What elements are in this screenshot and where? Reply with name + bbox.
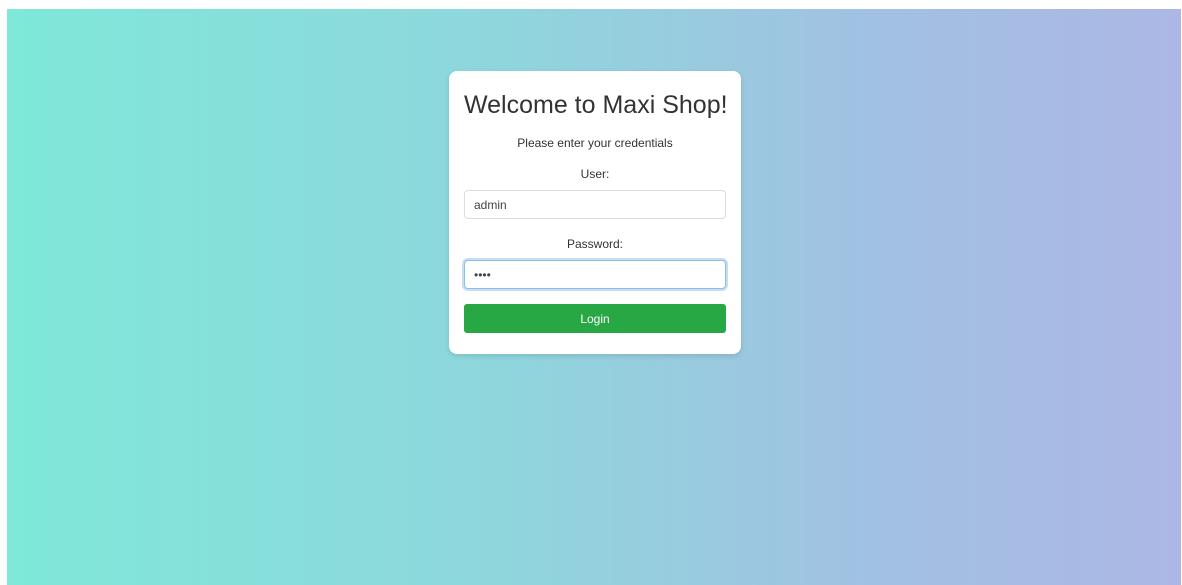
page-title: Welcome to Maxi Shop! xyxy=(464,91,728,119)
login-button[interactable]: Login xyxy=(464,304,726,333)
user-label: User: xyxy=(580,167,610,181)
password-input[interactable] xyxy=(464,260,726,289)
credentials-prompt: Please enter your credentials xyxy=(517,136,673,150)
login-card: Welcome to Maxi Shop! Please enter your … xyxy=(449,71,741,354)
page-background: Welcome to Maxi Shop! Please enter your … xyxy=(7,9,1181,585)
password-label: Password: xyxy=(566,237,624,251)
user-input[interactable] xyxy=(464,190,726,219)
